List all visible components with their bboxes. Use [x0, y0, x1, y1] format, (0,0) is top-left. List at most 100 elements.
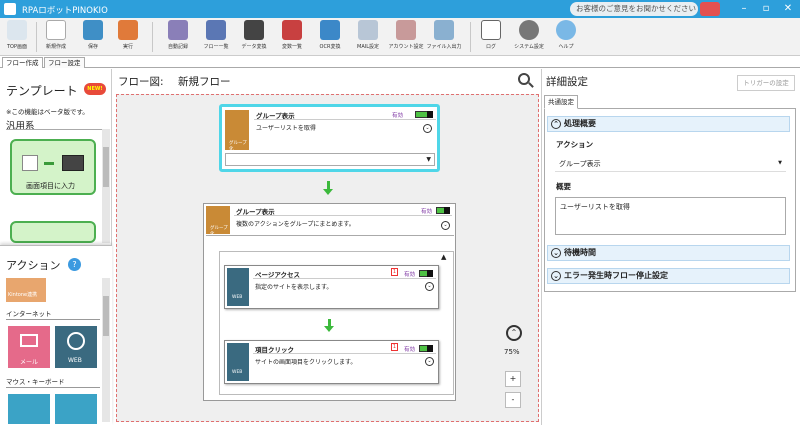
toolbar: TOP画面 新規作成 保存 実行 自動記録 フロー一覧 データ変換 変数一覧 O…: [0, 18, 800, 56]
template-card-2[interactable]: [10, 221, 96, 243]
enabled-toggle[interactable]: [436, 207, 450, 214]
group-icon: グループ化: [206, 206, 230, 237]
file-io-icon: [434, 20, 454, 40]
tab-flow-create[interactable]: フロー作成: [2, 57, 43, 68]
action-panel: アクション ? Kintone連携 インターネット メール WEB マウス・キー…: [0, 245, 112, 425]
account-icon: [396, 20, 416, 40]
toolbar-ocr-button[interactable]: OCR変換: [314, 20, 346, 54]
section-process-summary[interactable]: ⌃ 処理概要: [547, 116, 790, 132]
tab-flow-settings[interactable]: フロー設定: [44, 57, 85, 68]
toolbar-system-button[interactable]: システム設定: [512, 20, 546, 54]
kintone-tile[interactable]: Kintone連携: [6, 278, 46, 302]
toolbar-label: MAIL設定: [357, 44, 379, 50]
group-icon: グループ化: [225, 110, 249, 152]
toolbar-convert-button[interactable]: データ変換: [238, 20, 270, 54]
toolbar-fileio-button[interactable]: ファイル入出力: [426, 20, 462, 54]
zoom-reset-icon[interactable]: ⌃: [506, 325, 522, 341]
mouse-keyboard-label: マウス・キーボード: [6, 378, 65, 386]
mouse-tile[interactable]: [8, 394, 50, 424]
help-icon: [556, 20, 576, 40]
toolbar-label: アカウント設定: [388, 44, 424, 50]
node-icon-label: WEB: [232, 370, 243, 375]
flow-node-item-click[interactable]: WEB 項目クリック 1 有効 サイトの画面項目をクリックします。 ⌄: [224, 340, 439, 384]
enabled-toggle[interactable]: [415, 111, 433, 118]
mail-tile[interactable]: メール: [8, 326, 50, 368]
globe-icon: WEB: [227, 343, 249, 381]
chevron-down-icon: ⌄: [551, 248, 561, 258]
toolbar-label: 自動記録: [167, 44, 188, 50]
section-error-stop[interactable]: ⌄ エラー発生時フロー停止設定: [547, 268, 790, 284]
warning-badge: 1: [391, 343, 398, 351]
group-inner-area: ▲ WEB ページアクセス 1 有効 指定のサイトを表示します。 ⌄ WEB 項…: [219, 251, 454, 395]
node-status: 有効: [404, 347, 416, 353]
zoom-in-button[interactable]: +: [505, 371, 521, 387]
toolbar-record-button[interactable]: 自動記録: [162, 20, 194, 54]
toolbar-label: ヘルプ: [558, 44, 574, 50]
chevron-down-icon[interactable]: ⌄: [441, 221, 450, 230]
flow-node-top[interactable]: グループ化 グループ表示 有効 ユーザーリストを取得 ⌄ ▼: [219, 104, 440, 172]
template-card[interactable]: 画面項目に入力: [10, 139, 96, 195]
summary-textarea[interactable]: ユーザーリストを取得: [555, 197, 786, 235]
trigger-settings-button[interactable]: トリガーの設定: [737, 75, 795, 91]
internet-label: インターネット: [6, 310, 52, 318]
web-tile[interactable]: WEB: [55, 326, 97, 368]
feedback-icon[interactable]: [700, 2, 720, 16]
chevron-down-icon: ⌄: [551, 271, 561, 281]
toolbar-mail-button[interactable]: MAIL設定: [352, 20, 384, 54]
toolbar-account-button[interactable]: アカウント設定: [388, 20, 424, 54]
flow-node-page-access[interactable]: WEB ページアクセス 1 有効 指定のサイトを表示します。 ⌄: [224, 265, 439, 309]
toolbar-label: 実行: [122, 44, 133, 50]
run-icon: [118, 20, 138, 40]
chevron-down-icon[interactable]: ⌄: [425, 282, 434, 291]
template-title: テンプレート: [6, 84, 78, 98]
mail-tile-label: メール: [20, 359, 39, 366]
close-button[interactable]: ✕: [778, 2, 798, 16]
gears-icon: [244, 20, 264, 40]
keyboard-tile[interactable]: [55, 394, 97, 424]
mouse-icon: [22, 155, 38, 171]
warning-badge: 1: [391, 268, 398, 276]
flow-group-node[interactable]: グループ化 グループ表示 有効 複数のアクションをグループにまとめます。 ⌄ ▲…: [203, 203, 456, 401]
feedback-text: お客様のご意見をお聞かせください: [576, 4, 696, 13]
minimize-button[interactable]: –: [734, 2, 754, 16]
feedback-box[interactable]: お客様のご意見をお聞かせください: [570, 2, 698, 16]
toolbar-variables-button[interactable]: 変数一覧: [276, 20, 308, 54]
action-scrollbar[interactable]: [102, 278, 110, 422]
toolbar-label: ファイル入出力: [426, 44, 462, 50]
toolbar-top-button[interactable]: TOP画面: [2, 20, 32, 54]
help-circle-icon[interactable]: ?: [68, 258, 81, 271]
new-doc-icon: [46, 20, 66, 40]
collapse-arrow-icon[interactable]: ▲: [441, 253, 446, 261]
action-select-value: グループ表示: [559, 160, 601, 168]
node-dropdown[interactable]: ▼: [225, 153, 435, 166]
toolbar-label: システム設定: [514, 44, 544, 50]
section-wait-time[interactable]: ⌄ 待機時間: [547, 245, 790, 261]
chevron-down-icon[interactable]: ⌄: [423, 124, 432, 133]
toolbar-run-button[interactable]: 実行: [116, 20, 140, 54]
zoom-out-button[interactable]: -: [505, 392, 521, 408]
globe-icon: WEB: [227, 268, 249, 306]
toolbar-new-button[interactable]: 新規作成: [42, 20, 70, 54]
enabled-toggle[interactable]: [419, 345, 433, 352]
enabled-toggle[interactable]: [419, 270, 433, 277]
keyboard-icon: [62, 155, 84, 171]
toolbar-help-button[interactable]: ヘルプ: [552, 20, 580, 54]
chevron-down-icon[interactable]: ⌄: [425, 357, 434, 366]
toolbar-log-button[interactable]: ログ: [478, 20, 504, 54]
toolbar-label: TOP画面: [6, 44, 27, 50]
globe-icon: [67, 332, 85, 350]
toolbar-save-button[interactable]: 保存: [80, 20, 106, 54]
flow-canvas[interactable]: グループ化 グループ表示 有効 ユーザーリストを取得 ⌄ ▼ グループ化 グルー…: [116, 94, 539, 422]
toolbar-label: データ変換: [241, 44, 267, 50]
template-card-label: 画面項目に入力: [26, 182, 75, 190]
template-scrollbar[interactable]: [102, 129, 110, 243]
mail-icon: [358, 20, 378, 40]
action-select[interactable]: グループ表示 ▼: [555, 156, 786, 172]
maximize-button[interactable]: ▫: [756, 2, 776, 16]
toolbar-flowlist-button[interactable]: フロー一覧: [200, 20, 232, 54]
tab-common-settings[interactable]: 共通設定: [544, 95, 578, 109]
zoom-level: 75%: [504, 348, 520, 356]
toolbar-label: ログ: [485, 44, 496, 50]
web-tile-label: WEB: [68, 357, 82, 364]
flow-tabs: フロー作成 フロー設定: [0, 57, 800, 68]
